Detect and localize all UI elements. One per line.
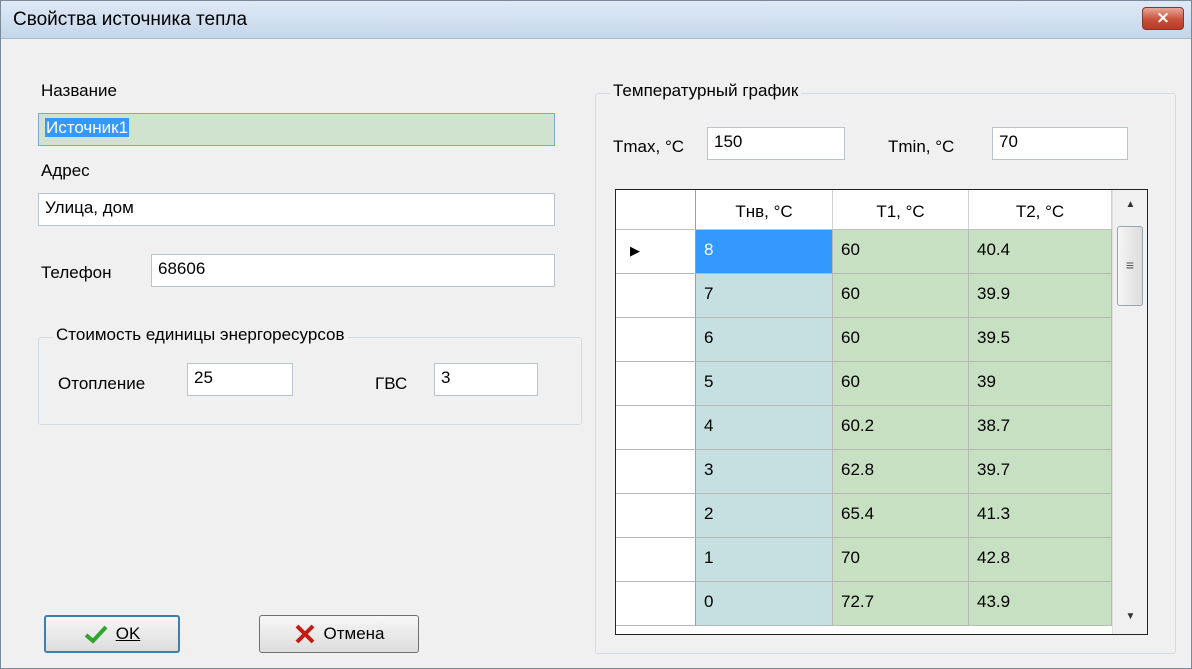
cross-icon (295, 624, 314, 644)
table-row[interactable]: 4 60.2 38.7 (616, 406, 1112, 450)
close-button[interactable]: × (1142, 7, 1184, 30)
table-cell[interactable]: 43.9 (969, 582, 1112, 626)
table-cell[interactable]: 38.7 (969, 406, 1112, 450)
table-row[interactable]: 3 62.8 39.7 (616, 450, 1112, 494)
name-label: Название (41, 81, 117, 100)
table-cell[interactable]: 70 (833, 538, 969, 582)
table-cell[interactable]: 0 (696, 582, 833, 626)
address-label: Адрес (41, 161, 90, 180)
scroll-up-icon[interactable]: ▲ (1113, 190, 1147, 220)
table-row[interactable]: 2 65.4 41.3 (616, 494, 1112, 538)
name-value: Источник1 (45, 118, 130, 137)
row-header[interactable] (616, 362, 696, 406)
heating-field[interactable]: 25 (187, 363, 293, 396)
tmax-field[interactable]: 150 (707, 127, 845, 160)
table-cell[interactable]: 6 (696, 318, 833, 362)
scroll-down-icon[interactable]: ▼ (1113, 602, 1147, 632)
table-cell[interactable]: 5 (696, 362, 833, 406)
address-field[interactable]: Улица, дом (38, 193, 555, 226)
phone-field[interactable]: 68606 (151, 254, 555, 287)
current-row-marker-icon: ▶ (630, 243, 640, 258)
ok-label: OK (115, 624, 141, 643)
heating-label: Отопление (58, 374, 146, 393)
column-header-tnv[interactable]: Тнв, °C (696, 190, 833, 230)
row-header-corner (616, 190, 696, 230)
table-cell[interactable]: 65.4 (833, 494, 969, 538)
scroll-thumb[interactable]: ≡ (1117, 226, 1143, 306)
column-header-t1[interactable]: T1, °C (833, 190, 969, 230)
table-cell[interactable]: 7 (696, 274, 833, 318)
table-cell[interactable]: 8 (696, 230, 833, 274)
table-cell[interactable]: 42.8 (969, 538, 1112, 582)
table-cell[interactable]: 41.3 (969, 494, 1112, 538)
tmin-field[interactable]: 70 (992, 127, 1128, 160)
row-header[interactable] (616, 582, 696, 626)
close-icon: × (1155, 8, 1171, 28)
table-cell[interactable]: 60.2 (833, 406, 969, 450)
cancel-button[interactable]: Отмена (259, 615, 419, 653)
gvs-label: ГВС (375, 374, 408, 393)
table-row[interactable]: 0 72.7 43.9 (616, 582, 1112, 626)
phone-label: Телефон (41, 263, 112, 282)
row-header[interactable] (616, 406, 696, 450)
table-cell[interactable]: 2 (696, 494, 833, 538)
checkmark-icon (84, 625, 108, 644)
table-cell[interactable]: 72.7 (833, 582, 969, 626)
grid-header: Тнв, °C T1, °C T2, °C (616, 190, 1112, 230)
table-cell[interactable]: 39.7 (969, 450, 1112, 494)
table-cell[interactable]: 60 (833, 274, 969, 318)
table-cell[interactable]: 3 (696, 450, 833, 494)
table-cell[interactable]: 62.8 (833, 450, 969, 494)
window-title: Свойства источника тепла (13, 9, 248, 30)
cancel-label: Отмена (323, 624, 385, 643)
table-row[interactable]: 1 70 42.8 (616, 538, 1112, 582)
table-cell[interactable]: 60 (833, 230, 969, 274)
dialog-window: Свойства источника тепла × Название Исто… (0, 0, 1192, 669)
row-header[interactable]: ▶ (616, 230, 696, 274)
table-cell[interactable]: 40.4 (969, 230, 1112, 274)
table-row[interactable]: ▶ 8 60 40.4 (616, 230, 1112, 274)
table-cell[interactable]: 39.5 (969, 318, 1112, 362)
table-cell[interactable]: 1 (696, 538, 833, 582)
table-cell[interactable]: 4 (696, 406, 833, 450)
table-cell[interactable]: 39.9 (969, 274, 1112, 318)
title-bar[interactable]: Свойства источника тепла × (1, 1, 1191, 39)
row-header[interactable] (616, 538, 696, 582)
gvs-field[interactable]: 3 (434, 363, 538, 396)
tmax-label: Tmax, °C (613, 137, 685, 156)
tmin-label: Tmin, °C (888, 137, 955, 156)
vertical-scrollbar[interactable]: ▲ ≡ ▼ (1112, 190, 1147, 634)
row-header[interactable] (616, 274, 696, 318)
name-field[interactable]: Источник1 (38, 113, 555, 146)
ok-button[interactable]: OK (44, 615, 180, 653)
row-header[interactable] (616, 450, 696, 494)
column-header-t2[interactable]: T2, °C (969, 190, 1112, 230)
table-cell[interactable]: 60 (833, 318, 969, 362)
table-row[interactable]: 5 60 39 (616, 362, 1112, 406)
row-header[interactable] (616, 494, 696, 538)
schedule-grid[interactable]: Тнв, °C T1, °C T2, °C ▶ 8 60 40.4 7 60 39.9 6 60… (615, 189, 1148, 635)
row-header[interactable] (616, 318, 696, 362)
cost-group-title: Стоимость единицы энергоресурсов (53, 325, 348, 345)
table-row[interactable]: 6 60 39.5 (616, 318, 1112, 362)
schedule-group-title: Температурный график (610, 81, 802, 101)
table-cell[interactable]: 39 (969, 362, 1112, 406)
table-row[interactable]: 7 60 39.9 (616, 274, 1112, 318)
table-cell[interactable]: 60 (833, 362, 969, 406)
